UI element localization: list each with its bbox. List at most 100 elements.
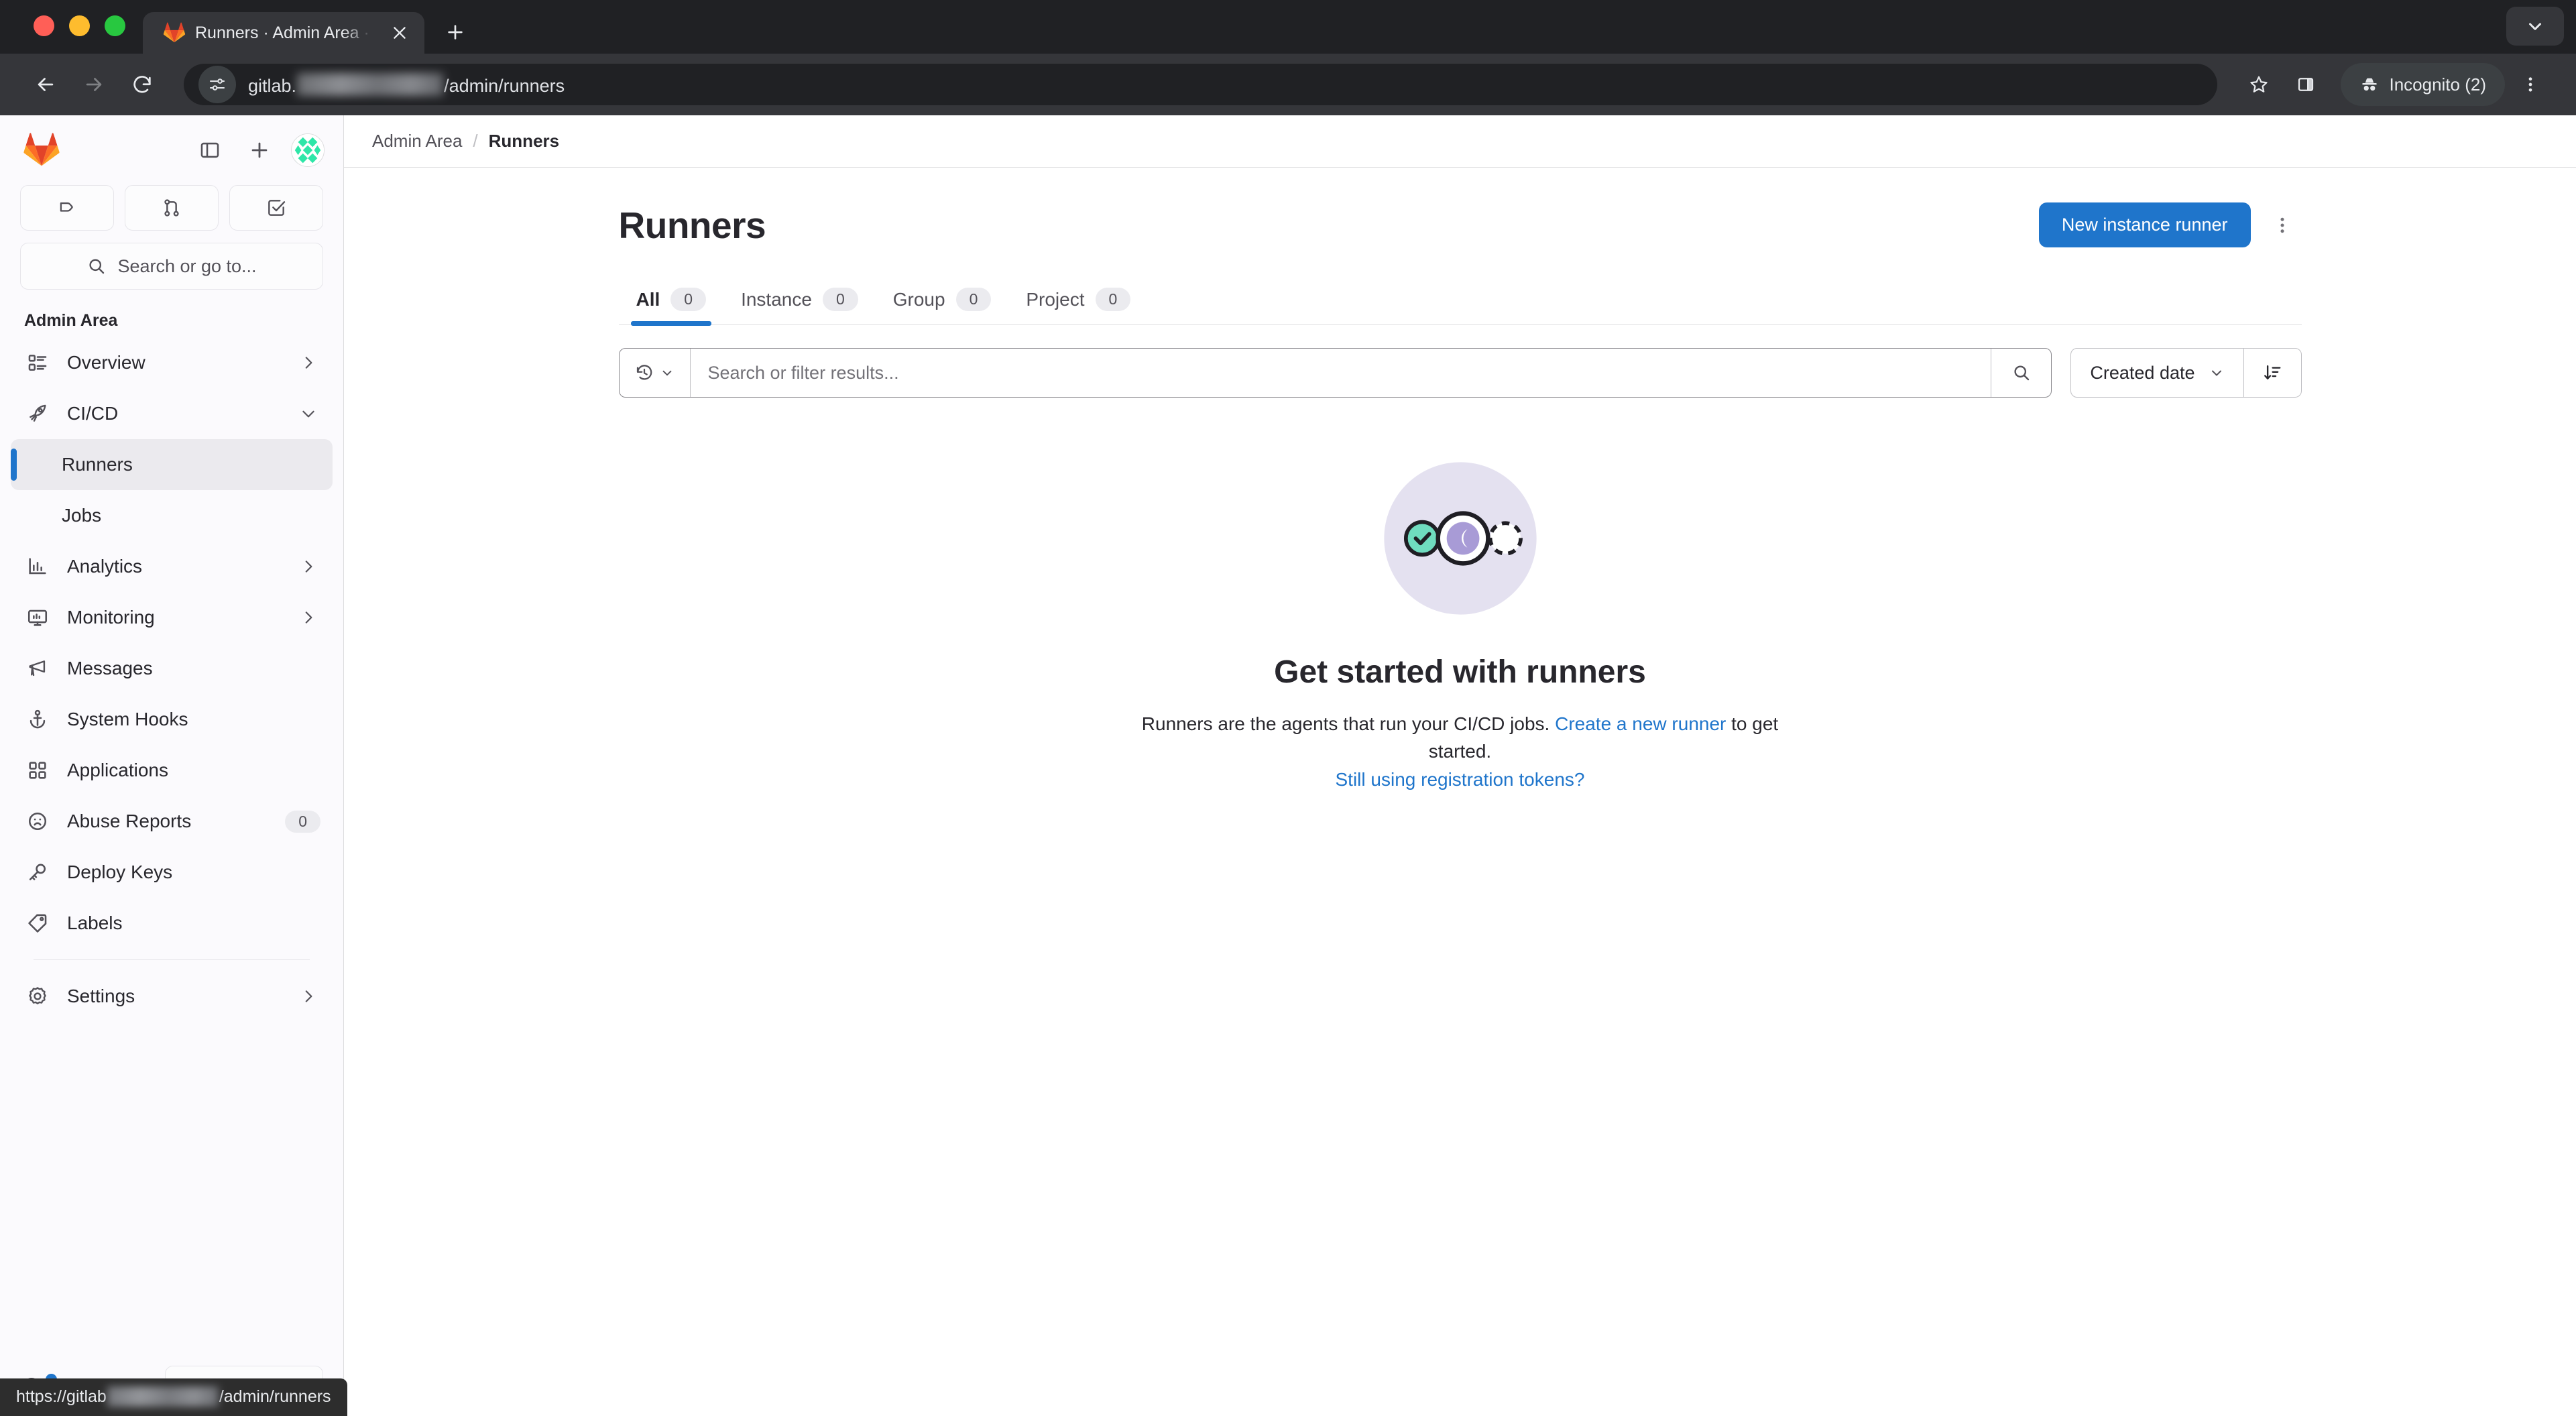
search-submit-button[interactable] (1991, 349, 2051, 397)
rocket-icon (23, 399, 52, 428)
tab-project[interactable]: Project 0 (1008, 278, 1148, 324)
close-window-button[interactable] (34, 15, 54, 36)
site-settings-icon[interactable] (198, 66, 236, 103)
tab-count-badge: 0 (1095, 288, 1131, 311)
sidebar-item-cicd[interactable]: CI/CD (11, 388, 333, 439)
sad-face-icon (23, 807, 52, 836)
abuse-reports-count-badge: 0 (285, 810, 320, 833)
back-button[interactable] (24, 63, 67, 106)
breadcrumb: Admin Area / Runners (344, 115, 2576, 168)
sidebar-item-label: Abuse Reports (67, 811, 192, 831)
status-prefix: https://gitlab (16, 1386, 107, 1406)
chevron-right-icon (296, 351, 320, 375)
star-icon[interactable] (2237, 63, 2280, 106)
sidebar-item-overview[interactable]: Overview (11, 337, 333, 388)
sidebar-item-label: CI/CD (67, 403, 119, 424)
user-avatar[interactable] (291, 133, 325, 167)
page-header: Runners New instance runner (619, 168, 2302, 247)
browser-tab-strip: Runners · Admin Area · GitLab (0, 0, 2576, 54)
address-bar[interactable]: gitlab. /admin/runners (184, 64, 2218, 105)
sidebar-item-labels[interactable]: Labels (11, 898, 333, 949)
sidebar-header (0, 115, 343, 176)
search-filter-box[interactable]: Search or filter results... (618, 348, 2052, 398)
sidebar-item-messages[interactable]: Messages (11, 643, 333, 694)
registration-tokens-link[interactable]: Still using registration tokens? (1336, 769, 1585, 790)
browser-toolbar: gitlab./admin/runners Incognito (2) (0, 54, 2576, 115)
sidebar-item-label: Settings (67, 986, 135, 1006)
incognito-indicator[interactable]: Incognito (2) (2341, 63, 2505, 106)
page-title: Runners (618, 204, 766, 246)
sidebar-toggle-icon[interactable] (192, 132, 228, 168)
tab-count-badge: 0 (822, 288, 858, 311)
reload-button[interactable] (121, 63, 164, 106)
sidebar-item-settings[interactable]: Settings (11, 971, 333, 1022)
merge-requests-icon[interactable] (125, 185, 219, 231)
url-redacted-domain (297, 72, 444, 96)
sidebar-item-label: Deploy Keys (67, 862, 173, 882)
incognito-label: Incognito (2) (2389, 74, 2486, 95)
tab-list-chevron-down-icon[interactable] (2506, 7, 2564, 46)
toolbar-right-controls: Incognito (2) (2237, 63, 2552, 106)
window-controls (0, 15, 143, 54)
sidebar-item-label: Runners (62, 454, 133, 475)
gitlab-logo[interactable] (23, 131, 60, 169)
browser-tab-title: Runners · Admin Area · GitLab (195, 23, 375, 42)
history-clock-icon (634, 363, 654, 383)
sidebar-item-label: Jobs (62, 505, 102, 526)
sort-field-dropdown[interactable]: Created date (2071, 349, 2243, 397)
sidebar-item-monitoring[interactable]: Monitoring (11, 592, 333, 643)
minimize-window-button[interactable] (69, 15, 90, 36)
sidebar-search-label: Search or go to... (117, 255, 257, 276)
sort-direction-button[interactable] (2243, 349, 2301, 397)
chevron-down-icon (2209, 365, 2225, 381)
runners-page: Runners New instance runner All 0 Instan… (344, 168, 2576, 1416)
sidebar-item-jobs[interactable]: Jobs (11, 490, 333, 541)
key-icon (23, 858, 52, 887)
tab-label: Group (892, 288, 945, 310)
breadcrumb-root[interactable]: Admin Area (372, 131, 462, 152)
tab-all[interactable]: All 0 (619, 278, 724, 326)
tab-label: Instance (741, 288, 812, 310)
sidebar-item-label: Overview (67, 352, 145, 373)
page-header-actions: New instance runner (2038, 202, 2302, 247)
issues-icon[interactable] (20, 185, 114, 231)
sidebar-item-runners[interactable]: Runners (11, 439, 333, 490)
chevron-down-icon (296, 402, 320, 426)
create-new-runner-link[interactable]: Create a new runner (1555, 713, 1726, 734)
sidebar-item-applications[interactable]: Applications (11, 745, 333, 796)
sidebar-search-button[interactable]: Search or go to... (20, 243, 323, 290)
search-input[interactable]: Search or filter results... (691, 349, 1991, 397)
browser-tab[interactable]: Runners · Admin Area · GitLab (143, 12, 424, 54)
sidebar-item-label: Labels (67, 912, 123, 933)
sidebar-item-deploy-keys[interactable]: Deploy Keys (11, 847, 333, 898)
vertical-ellipsis-icon[interactable] (2263, 206, 2302, 245)
new-instance-runner-button[interactable]: New instance runner (2038, 202, 2251, 247)
tab-count-badge: 0 (955, 288, 992, 311)
new-tab-button[interactable] (435, 12, 475, 52)
chevron-right-icon (296, 605, 320, 630)
todos-icon[interactable] (229, 185, 323, 231)
chevron-right-icon (296, 554, 320, 579)
close-tab-button[interactable] (384, 17, 415, 48)
plus-icon[interactable] (241, 132, 278, 168)
applications-icon (23, 756, 52, 785)
recent-searches-dropdown[interactable] (620, 349, 691, 397)
maximize-window-button[interactable] (105, 15, 125, 36)
sidebar-header-actions (192, 132, 325, 168)
breadcrumb-separator: / (473, 131, 478, 151)
tab-group[interactable]: Group 0 (876, 278, 1009, 324)
monitor-icon (23, 603, 52, 632)
status-redacted-domain (107, 1386, 219, 1407)
sidebar-item-label: Monitoring (67, 607, 155, 628)
sidebar-item-system-hooks[interactable]: System Hooks (11, 694, 333, 745)
forward-button[interactable] (72, 63, 115, 106)
sidebar-item-label: Messages (67, 658, 153, 678)
three-dot-menu-icon[interactable] (2509, 63, 2552, 106)
main-content: Admin Area / Runners Runners New instanc… (344, 115, 2576, 1416)
side-panel-icon[interactable] (2284, 63, 2327, 106)
sidebar-item-abuse-reports[interactable]: Abuse Reports 0 (11, 796, 333, 847)
sidebar-item-analytics[interactable]: Analytics (11, 541, 333, 592)
tab-instance[interactable]: Instance 0 (723, 278, 876, 324)
filter-toolbar: Search or filter results... Created date (618, 348, 2302, 398)
chevron-down-icon (660, 365, 675, 380)
